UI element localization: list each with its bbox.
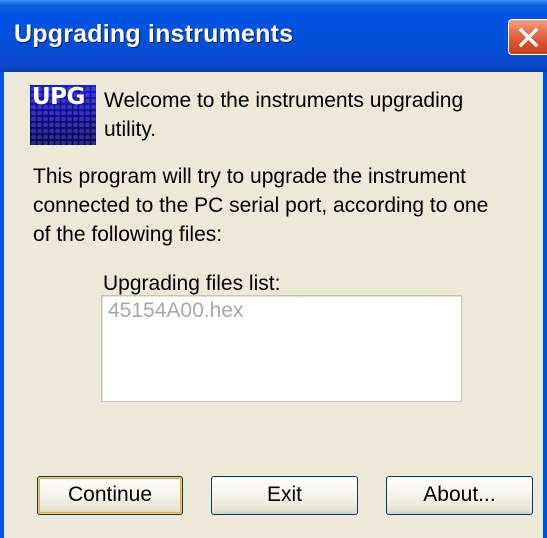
welcome-text: Welcome to the instruments upgrading uti… bbox=[104, 89, 464, 141]
title-bar[interactable]: Upgrading instruments bbox=[0, 0, 547, 72]
close-button[interactable] bbox=[508, 19, 547, 55]
exit-button[interactable]: Exit bbox=[211, 476, 358, 515]
continue-button[interactable]: Continue bbox=[37, 476, 183, 515]
upg-logo: UPG bbox=[30, 85, 96, 145]
window-title: Upgrading instruments bbox=[14, 20, 294, 48]
files-list-label: Upgrading files list: bbox=[103, 272, 281, 295]
about-button[interactable]: About... bbox=[386, 476, 533, 515]
description-text: This program will try to upgrade the ins… bbox=[33, 165, 489, 246]
dialog-window: Upgrading instruments UPG Welcome to the… bbox=[0, 0, 547, 538]
upgrading-files-list[interactable]: 45154A00.hex bbox=[101, 295, 462, 402]
close-icon bbox=[518, 27, 539, 48]
logo-text: UPG bbox=[32, 85, 85, 110]
list-item[interactable]: 45154A00.hex bbox=[108, 298, 243, 324]
